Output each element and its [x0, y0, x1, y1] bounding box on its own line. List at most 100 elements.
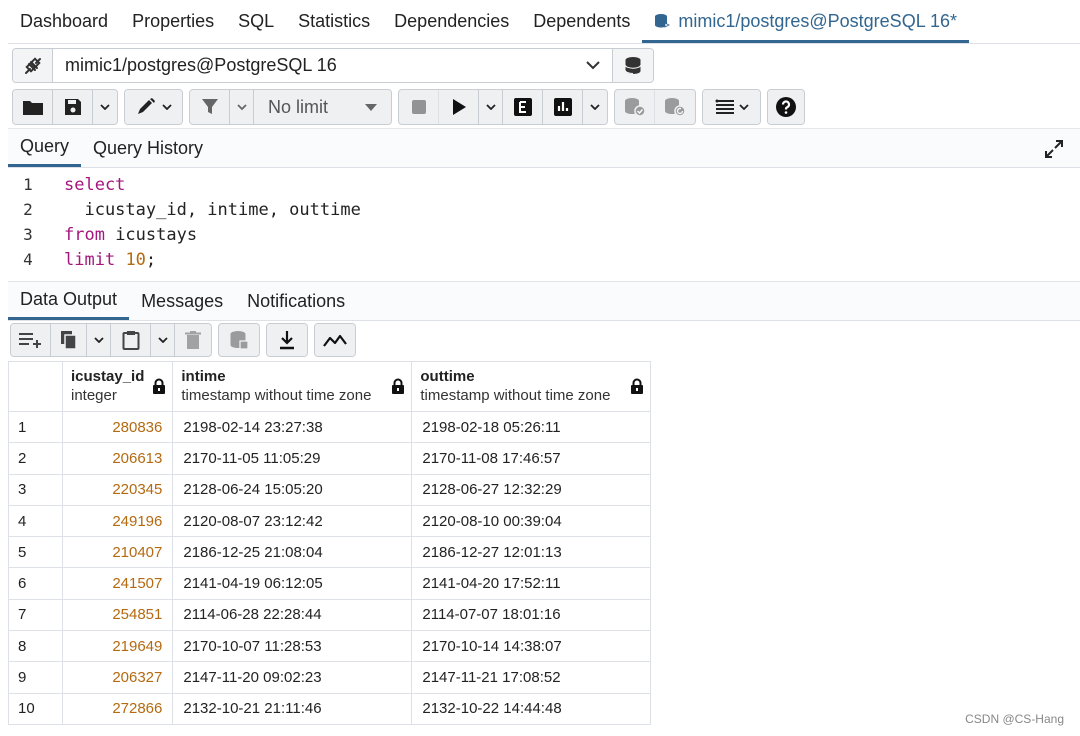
- cell-intime[interactable]: 2128-06-24 15:05:20: [172, 473, 413, 506]
- cell-outtime[interactable]: 2114-07-07 18:01:16: [411, 598, 652, 632]
- table-row[interactable]: 10 272866 2132-10-21 21:11:46 2132-10-22 14…: [8, 692, 652, 725]
- cell-icustay-id[interactable]: 241507: [61, 567, 174, 600]
- edit-options-button[interactable]: [125, 90, 182, 124]
- row-number[interactable]: 5: [8, 536, 63, 569]
- row-number[interactable]: 2: [8, 442, 63, 475]
- filter-button[interactable]: [190, 90, 230, 124]
- stop-button[interactable]: [399, 90, 439, 124]
- cell-outtime[interactable]: 2186-12-27 12:01:13: [411, 536, 652, 569]
- cell-icustay-id[interactable]: 219649: [61, 630, 174, 663]
- sql-editor[interactable]: 1 select 2 icustay_id, intime, outtime 3…: [8, 172, 1080, 280]
- table-row[interactable]: 2 206613 2170-11-05 11:05:29 2170-11-08 17:…: [8, 442, 652, 475]
- save-options-dropdown[interactable]: [93, 90, 117, 124]
- help-button[interactable]: [768, 90, 804, 124]
- row-limit-select[interactable]: No limit: [254, 90, 391, 124]
- table-row[interactable]: 6 241507 2141-04-19 06:12:05 2141-04-20 17:…: [8, 567, 652, 600]
- macros-button[interactable]: [703, 90, 760, 124]
- commit-button[interactable]: [615, 90, 655, 124]
- explain-analyze-button[interactable]: [543, 90, 583, 124]
- cell-outtime[interactable]: 2128-06-27 12:32:29: [411, 473, 652, 506]
- paste-options-dropdown[interactable]: [151, 324, 175, 356]
- delete-row-button[interactable]: [175, 324, 211, 356]
- cell-outtime[interactable]: 2132-10-22 14:44:48: [411, 692, 652, 725]
- tab-query[interactable]: Query: [8, 129, 82, 167]
- cell-intime[interactable]: 2120-08-07 23:12:42: [172, 504, 413, 538]
- paste-button[interactable]: [111, 324, 151, 356]
- column-header-icustay-id[interactable]: icustay_id integer: [61, 361, 174, 412]
- connection-select[interactable]: mimic1/postgres@PostgreSQL 16: [53, 49, 613, 82]
- copy-options-dropdown[interactable]: [87, 324, 111, 356]
- table-row[interactable]: 5 210407 2186-12-25 21:08:04 2186-12-27 12:…: [8, 536, 652, 569]
- table-row[interactable]: 7 254851 2114-06-28 22:28:44 2114-07-07 18:…: [8, 598, 652, 632]
- execute-button[interactable]: [439, 90, 479, 124]
- column-header-outtime[interactable]: outtime timestamp without time zone: [411, 361, 652, 412]
- cell-outtime[interactable]: 2141-04-20 17:52:11: [411, 567, 652, 600]
- cell-intime[interactable]: 2170-10-07 11:28:53: [172, 630, 413, 663]
- cell-outtime[interactable]: 2120-08-10 00:39:04: [411, 504, 652, 538]
- cell-icustay-id[interactable]: 280836: [61, 410, 174, 444]
- row-number[interactable]: 1: [8, 410, 63, 444]
- rollback-button[interactable]: [655, 90, 695, 124]
- tab-query-tool[interactable]: mimic1/postgres@PostgreSQL 16*: [642, 0, 970, 43]
- add-row-button[interactable]: [11, 324, 51, 356]
- cell-intime[interactable]: 2198-02-14 23:27:38: [172, 410, 413, 444]
- cell-icustay-id[interactable]: 220345: [61, 473, 174, 506]
- cell-icustay-id[interactable]: 254851: [61, 598, 174, 632]
- chevron-down-icon: [738, 104, 749, 110]
- expand-icon[interactable]: [1044, 139, 1064, 159]
- cell-intime[interactable]: 2114-06-28 22:28:44: [172, 598, 413, 632]
- connection-select-value: mimic1/postgres@PostgreSQL 16: [65, 55, 337, 75]
- row-number[interactable]: 7: [8, 598, 63, 632]
- row-number[interactable]: 3: [8, 473, 63, 506]
- cell-icustay-id[interactable]: 249196: [61, 504, 174, 538]
- explain-button[interactable]: [503, 90, 543, 124]
- row-number[interactable]: 9: [8, 661, 63, 694]
- table-row[interactable]: 1 280836 2198-02-14 23:27:38 2198-02-18 05:…: [8, 410, 652, 444]
- graph-visualiser-button[interactable]: [315, 324, 355, 356]
- row-number-header[interactable]: [8, 361, 63, 412]
- cell-icustay-id[interactable]: 210407: [61, 536, 174, 569]
- download-button[interactable]: [267, 324, 307, 356]
- cell-intime[interactable]: 2186-12-25 21:08:04: [172, 536, 413, 569]
- cell-outtime[interactable]: 2198-02-18 05:26:11: [411, 410, 652, 444]
- tab-query-history[interactable]: Query History: [81, 129, 215, 167]
- row-number[interactable]: 10: [8, 692, 63, 725]
- open-file-button[interactable]: [13, 90, 53, 124]
- cell-intime[interactable]: 2147-11-20 09:02:23: [172, 661, 413, 694]
- tab-dependents[interactable]: Dependents: [521, 0, 642, 43]
- save-data-button[interactable]: [219, 324, 259, 356]
- tab-dashboard[interactable]: Dashboard: [8, 0, 120, 43]
- table-row[interactable]: 8 219649 2170-10-07 11:28:53 2170-10-14 14:…: [8, 630, 652, 663]
- cell-outtime[interactable]: 2147-11-21 17:08:52: [411, 661, 652, 694]
- tab-properties[interactable]: Properties: [120, 0, 226, 43]
- tab-messages[interactable]: Messages: [129, 282, 235, 320]
- execute-options-dropdown[interactable]: [479, 90, 503, 124]
- tab-dependencies[interactable]: Dependencies: [382, 0, 521, 43]
- tab-sql[interactable]: SQL: [226, 0, 286, 43]
- connection-status-button[interactable]: [13, 49, 53, 82]
- keyword: limit: [64, 249, 116, 270]
- table-row[interactable]: 3 220345 2128-06-24 15:05:20 2128-06-27 12:…: [8, 473, 652, 506]
- cell-icustay-id[interactable]: 206613: [61, 442, 174, 475]
- cell-icustay-id[interactable]: 272866: [61, 692, 174, 725]
- tab-data-output[interactable]: Data Output: [8, 282, 130, 320]
- cell-outtime[interactable]: 2170-10-14 14:38:07: [411, 630, 652, 663]
- tab-notifications[interactable]: Notifications: [235, 282, 357, 320]
- explain-options-dropdown[interactable]: [583, 90, 607, 124]
- save-file-button[interactable]: [53, 90, 93, 124]
- copy-button[interactable]: [51, 324, 87, 356]
- cell-outtime[interactable]: 2170-11-08 17:46:57: [411, 442, 652, 475]
- column-header-intime[interactable]: intime timestamp without time zone: [172, 361, 413, 412]
- cell-intime[interactable]: 2170-11-05 11:05:29: [172, 442, 413, 475]
- tab-statistics[interactable]: Statistics: [286, 0, 382, 43]
- new-connection-button[interactable]: [613, 49, 653, 82]
- cell-intime[interactable]: 2132-10-21 21:11:46: [172, 692, 413, 725]
- row-number[interactable]: 8: [8, 630, 63, 663]
- row-number[interactable]: 6: [8, 567, 63, 600]
- cell-intime[interactable]: 2141-04-19 06:12:05: [172, 567, 413, 600]
- row-number[interactable]: 4: [8, 504, 63, 538]
- table-row[interactable]: 4 249196 2120-08-07 23:12:42 2120-08-10 00:…: [8, 504, 652, 538]
- cell-icustay-id[interactable]: 206327: [61, 661, 174, 694]
- filter-dropdown[interactable]: [230, 90, 254, 124]
- table-row[interactable]: 9 206327 2147-11-20 09:02:23 2147-11-21 17:…: [8, 661, 652, 694]
